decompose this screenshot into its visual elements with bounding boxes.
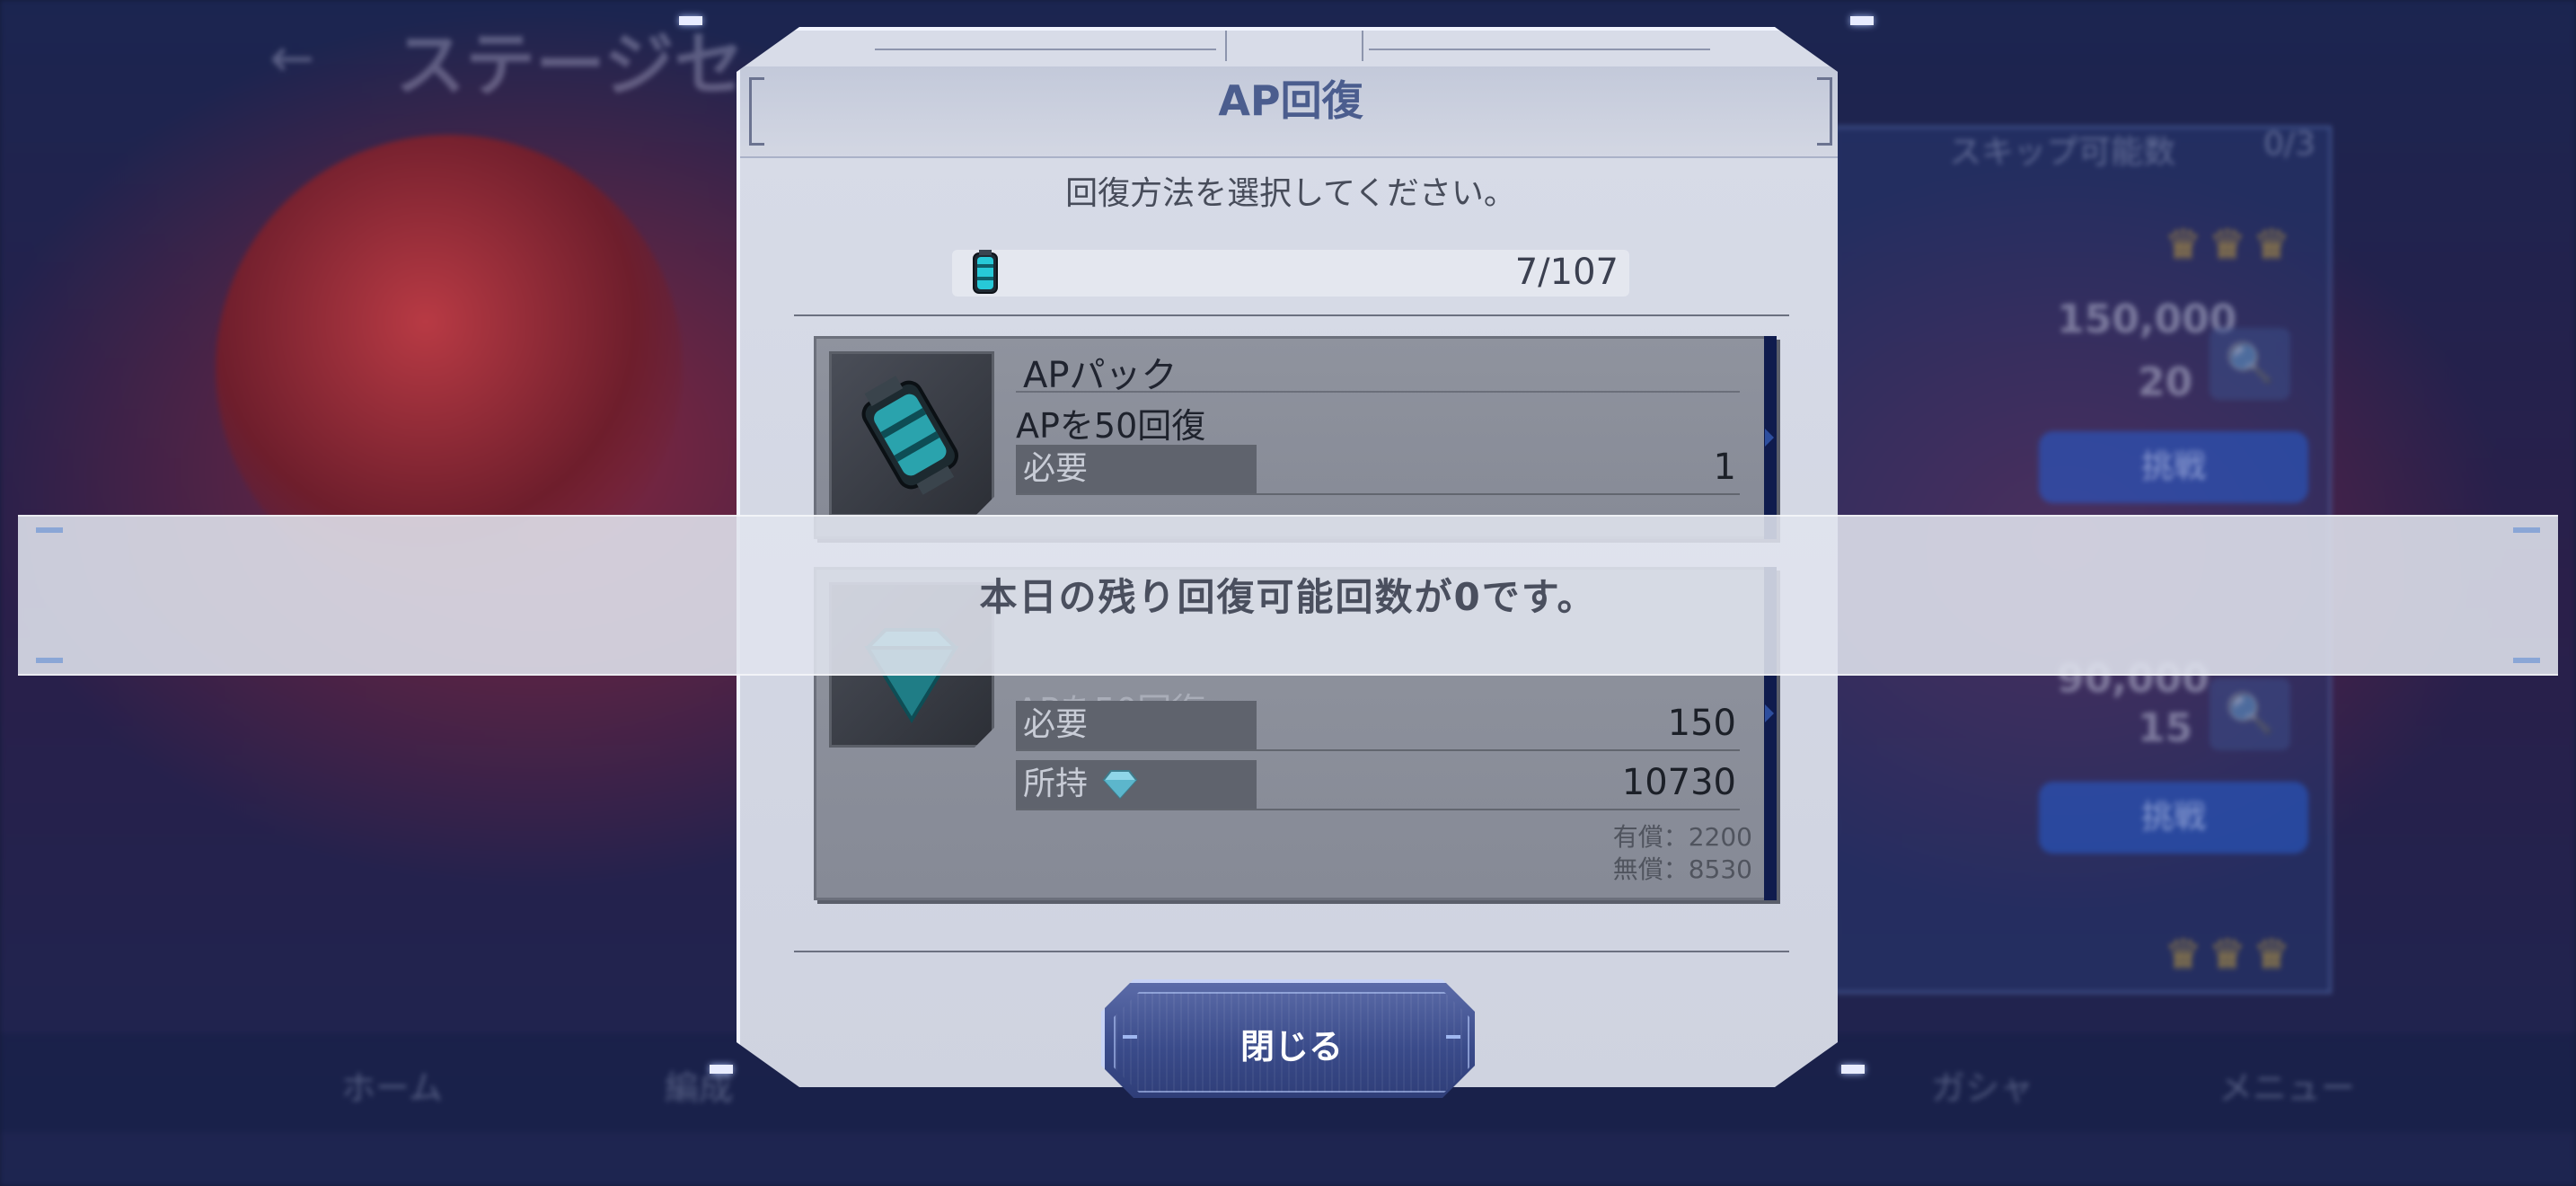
corner-decoration: [679, 16, 702, 25]
gem-owned-row: 所持 10730: [1016, 760, 1740, 810]
corner-decoration: [1850, 16, 1874, 25]
header-decoration-line: [875, 49, 1216, 50]
background-crowns-icon: ♛♛♛: [2165, 220, 2298, 269]
background-cost-value-2: 15: [2138, 705, 2193, 751]
ap-pack-description: APを50回復: [1016, 406, 1206, 446]
close-button-label: 閉じる: [1239, 1027, 1343, 1067]
card-arrow-icon: [1765, 429, 1774, 447]
item-name-underline: [1016, 391, 1740, 393]
ap-pack-required-row: 必要 1: [1016, 445, 1740, 495]
owned-label: 所持: [1016, 760, 1257, 809]
required-value: 150: [1667, 703, 1736, 744]
owned-label-text: 所持: [1023, 766, 1089, 802]
card-arrow-icon: [1765, 704, 1774, 722]
required-value: 1: [1713, 447, 1736, 488]
ap-pack-canister-icon: [861, 376, 958, 495]
back-arrow-icon: ←: [269, 27, 315, 90]
background-crowns-icon: ♛♛♛: [2165, 930, 2298, 978]
required-label: 必要: [1016, 701, 1257, 749]
ap-pack-thumbnail: [829, 351, 994, 517]
banner-corner-mark: [36, 658, 63, 663]
ap-value: 7/107: [1514, 252, 1619, 293]
banner-corner-mark: [2513, 527, 2540, 533]
banner-corner-mark: [2513, 658, 2540, 663]
ap-pack-option[interactable]: APパック APを50回復 必要 1: [814, 336, 1777, 539]
dialog-title: AP回復: [1218, 76, 1363, 125]
background-nav-home: ホーム: [341, 1068, 443, 1108]
paid-gems-line: 有償：2200: [1612, 822, 1752, 852]
banner-message: 本日の残り回復可能回数が0です。: [979, 575, 1597, 619]
background-skip-label: スキップ可能数: [1949, 134, 2176, 171]
close-button[interactable]: 閉じる: [1101, 979, 1475, 1098]
header-tick-marks: [1225, 31, 1363, 61]
free-gems-line: 無償：8530: [1612, 854, 1752, 884]
ap-counter: 7/107: [952, 250, 1629, 296]
dialog-subtitle: 回復方法を選択してください。: [1065, 175, 1516, 212]
corner-decoration: [710, 1065, 733, 1074]
background-nav-gacha: ガシャ: [1931, 1068, 2034, 1108]
ap-canister-icon: [973, 250, 998, 294]
corner-decoration: [1841, 1065, 1865, 1074]
header-decoration-line: [1369, 49, 1710, 50]
gem-required-row: 必要 150: [1016, 701, 1740, 751]
notification-banner: 本日の残り回復可能回数が0です。: [18, 515, 2558, 676]
background-nav-menu: メニュー: [2219, 1068, 2356, 1108]
required-label: 必要: [1016, 445, 1257, 493]
gem-small-icon: [1102, 770, 1138, 800]
separator-line: [794, 314, 1789, 316]
banner-corner-mark: [36, 527, 63, 533]
background-challenge-button: 挑戦: [2039, 431, 2308, 503]
background-challenge-button: 挑戦: [2039, 782, 2308, 854]
owned-value: 10730: [1621, 762, 1736, 803]
background-search-icon: 🔍: [2210, 328, 2290, 400]
background-cost-value: 20: [2138, 359, 2193, 405]
separator-line: [794, 951, 1789, 952]
background-skip-value: 0/3: [2263, 126, 2316, 163]
background-search-icon: 🔍: [2210, 678, 2290, 750]
